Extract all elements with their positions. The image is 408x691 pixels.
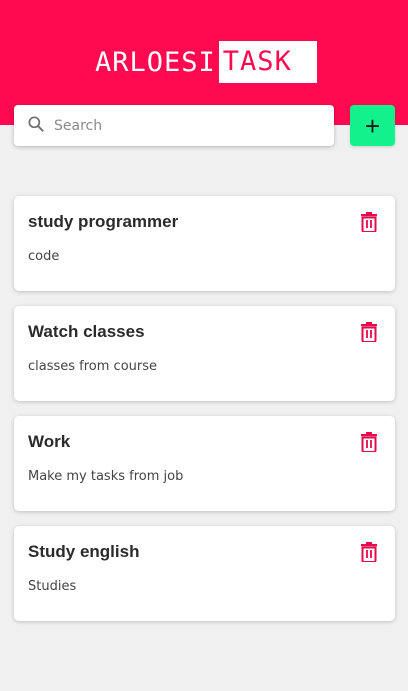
task-description: code [28,249,60,264]
plus-icon: + [364,110,381,141]
search-input[interactable] [52,116,316,135]
task-title: study programmer [28,212,179,231]
trash-icon[interactable] [360,542,378,562]
trash-icon[interactable] [360,212,378,232]
search-icon [26,114,46,138]
add-task-button[interactable]: + [350,105,395,146]
task-title: Study english [28,542,140,561]
app-logo: ARLOESI TASK [95,41,317,83]
trash-icon[interactable] [360,322,378,342]
task-title: Work [28,432,71,451]
task-card: Work Make my tasks from job [14,416,395,511]
task-title: Watch classes [28,322,145,341]
task-card: Study english Studies [14,526,395,621]
logo-text-primary: ARLOESI [95,46,216,78]
trash-icon[interactable] [360,432,378,452]
logo-text-highlight: TASK [218,41,317,83]
task-description: Make my tasks from job [28,469,184,484]
task-card: study programmer code [14,196,395,291]
task-description: classes from course [28,359,158,374]
search-bar[interactable] [14,105,334,146]
task-card: Watch classes classes from course [14,306,395,401]
task-description: Studies [28,579,77,594]
